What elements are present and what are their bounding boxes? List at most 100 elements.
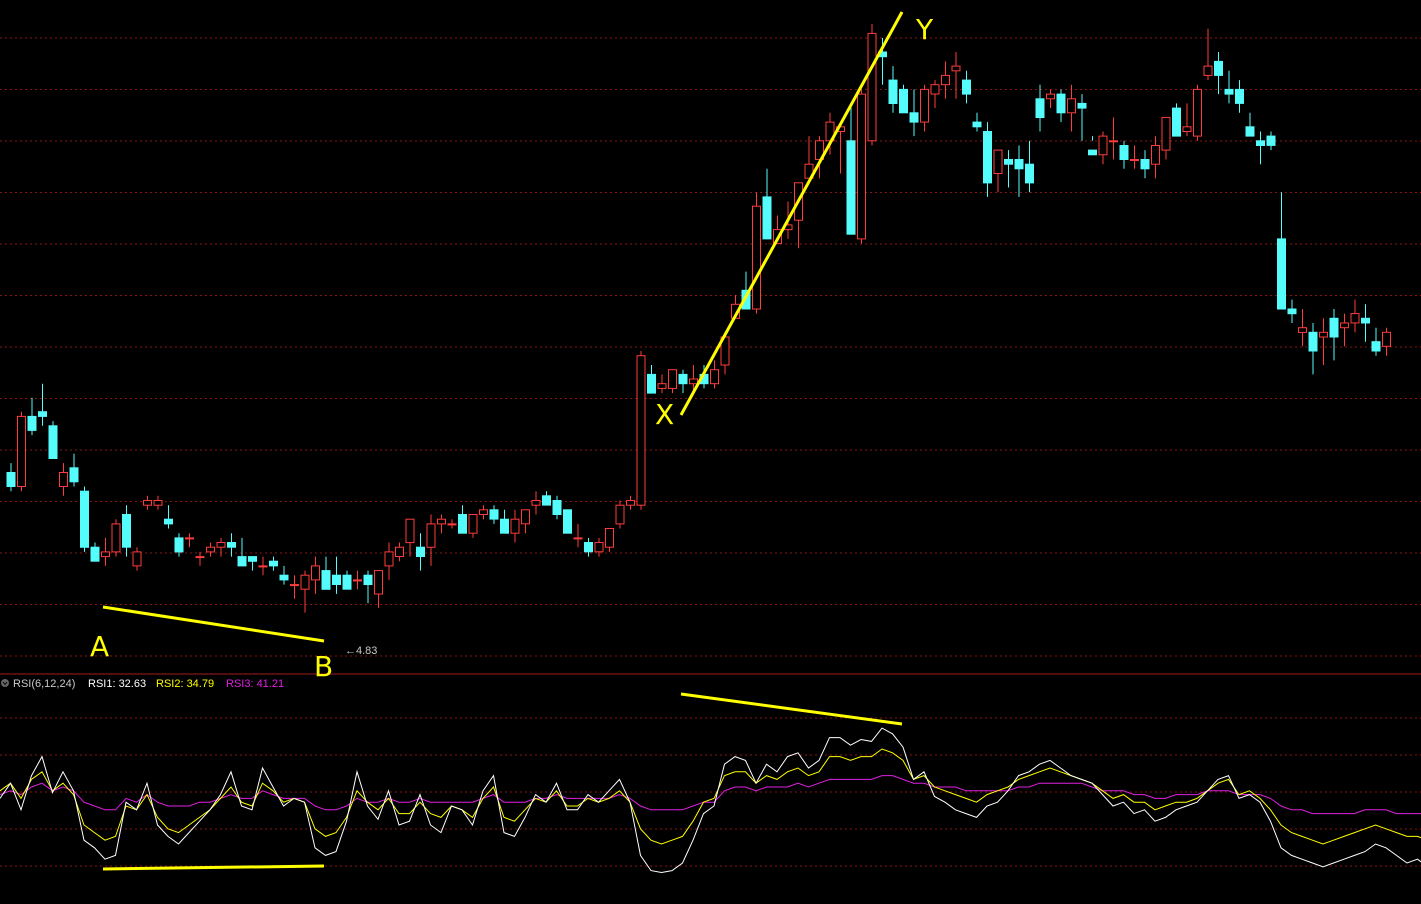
candle (111, 519, 121, 557)
candle (1371, 327, 1381, 356)
candle-body (668, 369, 677, 389)
candle-body (594, 542, 604, 553)
candle (206, 542, 215, 557)
candle (678, 369, 688, 394)
candle-body (164, 518, 173, 525)
circle-chevron-down-icon[interactable] (1, 679, 9, 687)
candle (867, 24, 877, 146)
candle (1151, 136, 1160, 179)
candle (1245, 112, 1255, 137)
candle (489, 505, 499, 524)
candle-body (59, 472, 68, 487)
candle-body (867, 32, 877, 142)
candle-body (1371, 341, 1381, 352)
candle-body (972, 121, 982, 128)
candle-body (1140, 159, 1150, 170)
candle-body (195, 556, 205, 559)
candle-body (678, 373, 688, 385)
candle-body (1025, 163, 1034, 184)
candle (1266, 131, 1276, 151)
candle-body (374, 570, 383, 595)
candle (164, 505, 173, 529)
label-x: X (655, 398, 674, 431)
candle (962, 70, 971, 104)
candle (1130, 145, 1139, 169)
candle-body (1098, 135, 1108, 156)
candle-body (1077, 102, 1087, 109)
candle (185, 533, 194, 548)
price-candles (6, 24, 1391, 613)
candle (531, 491, 541, 515)
candle (563, 509, 572, 534)
candle-body (857, 93, 866, 240)
candle (1077, 94, 1087, 141)
candle (1119, 140, 1129, 169)
candle-body (248, 556, 257, 562)
rsi1-value: RSI1: 32.63 (88, 678, 146, 690)
candle (605, 528, 614, 552)
candle-body (1161, 116, 1171, 151)
candle (1109, 117, 1118, 160)
candle-body (605, 528, 614, 548)
rsi-series-rsi1 (0, 727, 1421, 874)
candle (258, 556, 268, 576)
label-a: A (90, 630, 109, 663)
candle-body (216, 542, 226, 548)
candle (1287, 299, 1297, 323)
rsi-series-rsi2 (0, 748, 1421, 845)
candle (426, 514, 436, 566)
candle-body (762, 196, 772, 240)
candle-body (384, 551, 394, 567)
candle (227, 533, 236, 557)
candle (48, 421, 58, 459)
candle (584, 537, 593, 557)
candle (143, 495, 152, 510)
candle (405, 518, 415, 557)
rsi-trendline-high (680, 692, 903, 726)
candle (153, 495, 163, 510)
candle (857, 89, 866, 244)
candle-body (951, 65, 961, 72)
candle-body (846, 140, 856, 235)
candle (269, 556, 278, 571)
candle (1193, 84, 1202, 141)
candle (1098, 131, 1108, 165)
candle-body (909, 112, 919, 123)
candle (1235, 80, 1244, 113)
candle (395, 542, 404, 562)
candle (647, 365, 656, 394)
trendline-a-b (102, 605, 325, 643)
candle-body (290, 584, 299, 587)
candle (69, 453, 79, 487)
candle-body (1182, 126, 1192, 133)
candle (1350, 299, 1360, 333)
candle-body (80, 490, 89, 548)
candle-body (962, 79, 971, 95)
rsi-header: RSI(6,12,24) RSI1: 32.63 RSI2: 34.79 RSI… (1, 678, 284, 690)
candle (279, 565, 289, 585)
candle-body (479, 509, 488, 515)
candle-body (647, 373, 656, 394)
candle-body (426, 523, 436, 548)
candle-body (689, 378, 698, 385)
candle (132, 547, 142, 571)
candle (27, 397, 37, 436)
candle-body (983, 131, 992, 184)
candle-body (941, 74, 950, 86)
candle (300, 570, 310, 613)
candle (321, 556, 331, 590)
candle-body (237, 556, 247, 567)
candle-body (920, 88, 929, 123)
rsi3-value: RSI3: 41.21 (226, 678, 284, 690)
candle (38, 383, 47, 426)
candle-body (1287, 308, 1297, 315)
candle-body (1382, 331, 1391, 347)
candle-body (521, 509, 530, 525)
candle-body (752, 205, 761, 310)
candle (101, 537, 110, 566)
price-grid (0, 37, 1421, 657)
candle-body (1014, 159, 1024, 170)
candle (468, 514, 478, 538)
candle-body (888, 79, 898, 104)
candle-body (542, 495, 551, 506)
